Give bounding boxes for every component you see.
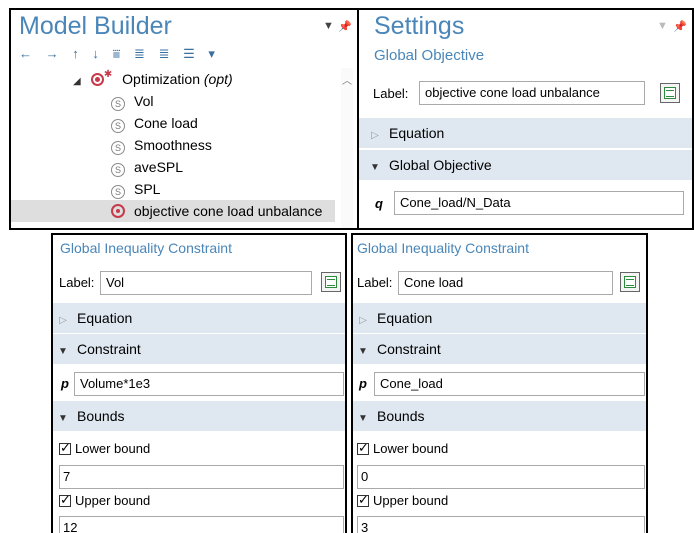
tree-item[interactable]: S SPL — [111, 178, 160, 200]
label-caption: Label: — [59, 275, 95, 290]
s-icon: S — [111, 185, 125, 199]
checkbox-checked-icon[interactable] — [59, 492, 71, 508]
collapse-triangle-icon: ▼ — [58, 346, 68, 357]
label-field[interactable]: objective cone load unbalance — [419, 81, 645, 105]
tree-item-label: aveSPL — [134, 159, 184, 175]
model-builder-toolbar: ← → ↑ ↓ ⩸ ≣ ≣ ☰ ▾ — [19, 46, 223, 62]
optimization-icon — [90, 73, 104, 86]
variable-label: p — [61, 376, 69, 391]
tree-item-selected[interactable]: objective cone load unbalance — [11, 200, 335, 222]
upper-bound-field[interactable]: 3 — [357, 516, 645, 533]
expression-field[interactable]: Cone_load — [374, 372, 645, 396]
collapse-triangle-icon: ▼ — [358, 346, 368, 357]
label-field[interactable]: Vol — [100, 271, 312, 295]
upper-bound-checkbox[interactable]: Upper bound — [357, 492, 448, 508]
expand-triangle-icon: ▷ — [371, 130, 379, 141]
dropdown-icon[interactable]: ▾ — [208, 46, 217, 62]
tree-item-label: Smoothness — [134, 137, 212, 153]
section-bounds[interactable]: ▼ Bounds — [353, 401, 646, 431]
s-icon: S — [111, 163, 125, 177]
section-constraint[interactable]: ▼ Constraint — [353, 334, 646, 364]
label-caption: Label: — [373, 86, 409, 101]
list-icon[interactable]: ☰ — [183, 46, 197, 62]
tree-item[interactable]: SaveSPL — [111, 156, 183, 178]
expand-triangle-icon: ▷ — [59, 315, 67, 326]
s-icon: S — [111, 141, 125, 155]
collapse-triangle-icon[interactable]: ◢ — [73, 71, 87, 93]
variable-label: q — [375, 196, 383, 211]
checkbox-checked-icon[interactable] — [357, 492, 369, 508]
tree-node-tag: (opt) — [203, 71, 233, 87]
constraint-panel-cone-load: Global Inequality Constraint Label: Cone… — [351, 233, 648, 533]
arrow-right-icon[interactable]: → — [46, 46, 61, 61]
objective-icon — [111, 204, 125, 218]
arrow-down-icon[interactable]: ↓ — [92, 46, 101, 61]
asterisk-icon: ✱ — [103, 69, 113, 80]
upper-bound-checkbox[interactable]: Upper bound — [59, 492, 150, 508]
variable-label: p — [359, 376, 367, 391]
tree-node-label: Optimization — [122, 71, 200, 87]
lower-bound-checkbox[interactable]: Lower bound — [59, 440, 150, 456]
section-bounds[interactable]: ▼ Bounds — [53, 401, 345, 431]
settings-subtitle: Global Objective — [374, 47, 485, 64]
tree-item[interactable]: S Smoothness — [111, 134, 212, 156]
s-icon: S — [111, 97, 125, 111]
lower-bound-field[interactable]: 0 — [357, 465, 645, 489]
collapse-triangle-icon: ▼ — [370, 162, 380, 173]
pin-icon[interactable]: 📌 — [673, 20, 687, 33]
lower-bound-field[interactable]: 7 — [59, 465, 344, 489]
vertical-scrollbar[interactable]: ︿ — [341, 68, 353, 228]
arrow-left-icon[interactable]: ← — [19, 46, 34, 61]
label-field[interactable]: Cone load — [398, 271, 613, 295]
pin-icon[interactable]: 📌 — [338, 20, 352, 33]
collapse-triangle-icon: ▼ — [358, 413, 368, 424]
tree-item-label: Vol — [134, 93, 154, 109]
checkbox-checked-icon[interactable] — [59, 440, 71, 456]
tree-node-optimization[interactable]: ◢ ✱ Optimization (opt) — [73, 68, 233, 90]
dropdown-arrow-icon[interactable]: ▼ — [657, 20, 668, 32]
collapse-triangle-icon: ▼ — [58, 413, 68, 424]
label-reset-icon[interactable] — [660, 83, 680, 103]
model-builder-title: Model Builder — [19, 12, 172, 40]
arrow-up-icon[interactable]: ↑ — [72, 46, 81, 61]
s-icon: S — [111, 119, 125, 133]
settings-title: Settings — [374, 12, 465, 40]
constraint-panel-vol: Global Inequality Constraint Label: Vol … — [51, 233, 347, 533]
label-reset-icon[interactable] — [321, 272, 341, 292]
settings-panel: Settings ▼ 📌 Global Objective Label: obj… — [357, 8, 694, 230]
tree-item-label: objective cone load unbalance — [134, 203, 323, 219]
section-equation[interactable]: ▷ Equation — [53, 303, 345, 333]
filter-icon[interactable]: ⩸ — [113, 46, 123, 62]
upper-bound-field[interactable]: 12 — [59, 516, 344, 533]
tree-item[interactable]: S Cone load — [111, 112, 198, 134]
section-equation[interactable]: ▷ Equation — [359, 118, 692, 148]
constraint-title: Global Inequality Constraint — [60, 240, 232, 256]
checkbox-checked-icon[interactable] — [357, 440, 369, 456]
expand-triangle-icon: ▷ — [359, 315, 367, 326]
section-global-objective[interactable]: ▼ Global Objective — [359, 150, 692, 180]
expression-field[interactable]: Cone_load/N_Data — [394, 191, 684, 215]
expression-field[interactable]: Volume*1e3 — [74, 372, 344, 396]
collapse-icon[interactable]: ≣ — [159, 46, 172, 62]
constraint-title: Global Inequality Constraint — [357, 240, 529, 256]
label-caption: Label: — [357, 275, 393, 290]
model-builder-panel: Model Builder ▼ 📌 ← → ↑ ↓ ⩸ ≣ ≣ ☰ ▾ ◢ ✱ … — [9, 8, 358, 230]
lower-bound-checkbox[interactable]: Lower bound — [357, 440, 448, 456]
scroll-up-icon[interactable]: ︿ — [342, 72, 352, 87]
expand-icon[interactable]: ≣ — [134, 46, 147, 62]
section-constraint[interactable]: ▼ Constraint — [53, 334, 345, 364]
tree-item-label: Cone load — [134, 115, 198, 131]
section-equation[interactable]: ▷ Equation — [353, 303, 646, 333]
dropdown-arrow-icon[interactable]: ▼ — [323, 20, 334, 32]
tree-item[interactable]: S Vol — [111, 90, 153, 112]
label-reset-icon[interactable] — [620, 272, 640, 292]
tree-item-label: SPL — [134, 181, 161, 197]
